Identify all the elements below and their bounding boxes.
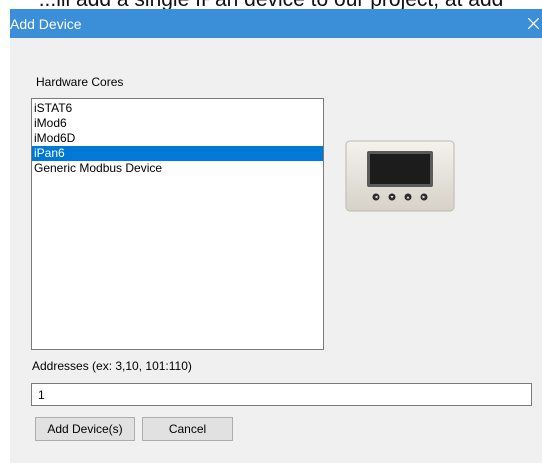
dialog-title: Add Device — [10, 16, 82, 32]
background-document-text: ...ill add a single IPan device to our p… — [0, 0, 542, 9]
hardware-list-item[interactable]: iPan6 — [32, 146, 323, 161]
add-device-dialog: Add Device Hardware Cores iSTAT6 iMod6 iMo… — [10, 9, 542, 463]
add-devices-button[interactable]: Add Device(s) — [35, 417, 135, 441]
addresses-input[interactable] — [31, 383, 532, 406]
hardware-list-item[interactable]: iMod6 — [32, 116, 323, 131]
hardware-list-item[interactable]: iSTAT6 — [32, 101, 323, 116]
title-bar: Add Device — [10, 9, 542, 38]
hardware-list-item[interactable]: iMod6D — [32, 131, 323, 146]
ipan6-device-image — [345, 140, 455, 212]
addresses-label: Addresses (ex: 3,10, 101:110) — [32, 359, 192, 373]
cancel-button[interactable]: Cancel — [142, 417, 233, 441]
close-icon — [528, 18, 539, 29]
close-button[interactable] — [522, 9, 542, 38]
hardware-list-item[interactable]: Generic Modbus Device — [32, 161, 323, 176]
hardware-cores-label: Hardware Cores — [36, 75, 124, 89]
hardware-cores-listbox[interactable]: iSTAT6 iMod6 iMod6D iPan6 Generic Modbus Dev… — [31, 98, 324, 350]
